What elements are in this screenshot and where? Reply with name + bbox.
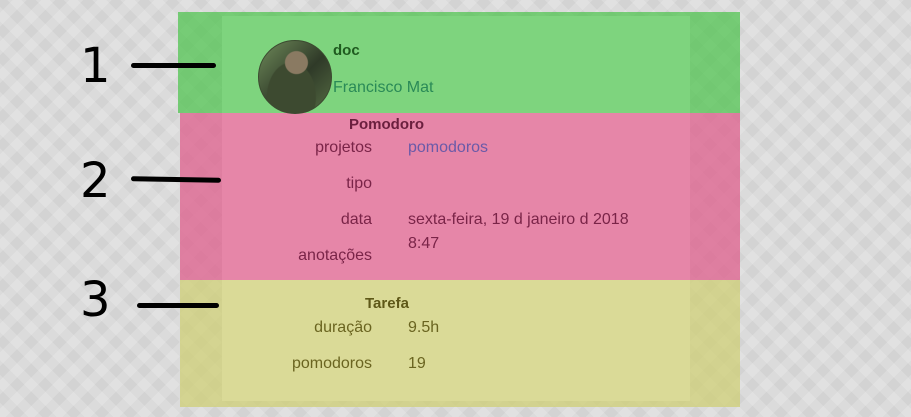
anotacoes-label: anotações	[298, 247, 372, 264]
pomodoros-label: pomodoros	[291, 355, 372, 372]
duracao-value: 9.5h	[408, 319, 440, 336]
time-value: 8:47	[408, 235, 440, 252]
callout-pointer-2	[130, 176, 222, 183]
tipo-label: tipo	[346, 175, 372, 192]
callout-pointer-1	[131, 63, 216, 68]
callout-number-3: 3	[80, 272, 111, 328]
projetos-link[interactable]: pomodoros	[408, 139, 488, 157]
pomodoros-value: 19	[408, 355, 426, 372]
avatar[interactable]	[258, 40, 332, 114]
tarefa-title: Tarefa	[365, 295, 409, 312]
user-name-link[interactable]: Francisco Mat	[333, 79, 433, 97]
projetos-label: projetos	[315, 139, 372, 156]
page-title: doc	[333, 42, 360, 59]
data-label: data	[340, 211, 372, 228]
section-3-highlight	[180, 280, 740, 407]
callout-number-2: 2	[80, 153, 111, 209]
callout-pointer-3	[137, 303, 219, 308]
duracao-label: duração	[314, 319, 372, 336]
callout-number-1: 1	[80, 38, 111, 94]
date-value: sexta-feira, 19 d janeiro d 2018	[408, 211, 629, 228]
pomodoro-title: Pomodoro	[349, 116, 424, 133]
